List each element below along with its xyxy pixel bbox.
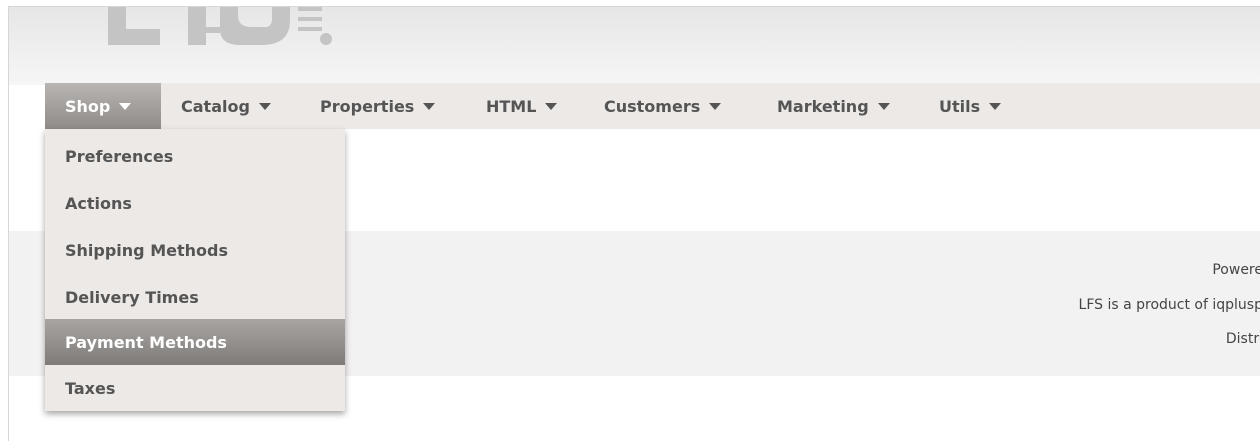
menu-item-actions[interactable]: Actions [45, 180, 345, 227]
lfs-logo[interactable] [102, 6, 338, 47]
chevron-down-icon [119, 103, 132, 110]
nav-utils-label: Utils [939, 96, 981, 116]
nav-shop-label: Shop [65, 96, 111, 116]
nav-html[interactable]: HTML [466, 83, 558, 129]
menu-item-delivery-times[interactable]: Delivery Times [45, 274, 345, 321]
chevron-down-icon [258, 103, 271, 110]
page-frame: Shop Catalog Properties HTML Customers M… [8, 6, 1260, 441]
menu-item-preferences[interactable]: Preferences [45, 133, 345, 180]
footer-powered-text: Powere [1212, 262, 1260, 278]
nav-customers-label: Customers [604, 96, 701, 116]
menu-item-shipping-methods[interactable]: Shipping Methods [45, 227, 345, 274]
nav-shop[interactable]: Shop [45, 83, 161, 129]
chevron-down-icon [989, 103, 1002, 110]
nav-utils[interactable]: Utils [919, 83, 1002, 129]
chevron-down-icon [423, 103, 436, 110]
chevron-down-icon [545, 103, 558, 110]
nav-marketing-label: Marketing [777, 96, 869, 116]
nav-html-label: HTML [486, 96, 537, 116]
chevron-down-icon [877, 103, 890, 110]
footer-distributed-text: Distri [1225, 331, 1260, 347]
nav-catalog-label: Catalog [181, 96, 250, 116]
shop-dropdown-menu: Preferences Actions Shipping Methods Del… [45, 129, 345, 411]
menu-item-payment-methods[interactable]: Payment Methods [45, 319, 345, 365]
header [9, 7, 1260, 85]
main-nav: Shop Catalog Properties HTML Customers M… [45, 83, 1260, 129]
nav-properties-label: Properties [320, 96, 415, 116]
nav-catalog[interactable]: Catalog [161, 83, 271, 129]
nav-marketing[interactable]: Marketing [757, 83, 890, 129]
nav-customers[interactable]: Customers [584, 83, 722, 129]
chevron-down-icon [709, 103, 722, 110]
menu-item-taxes[interactable]: Taxes [45, 365, 345, 412]
footer-product-text: LFS is a product of iqplusp [1078, 297, 1260, 313]
nav-properties[interactable]: Properties [300, 83, 436, 129]
